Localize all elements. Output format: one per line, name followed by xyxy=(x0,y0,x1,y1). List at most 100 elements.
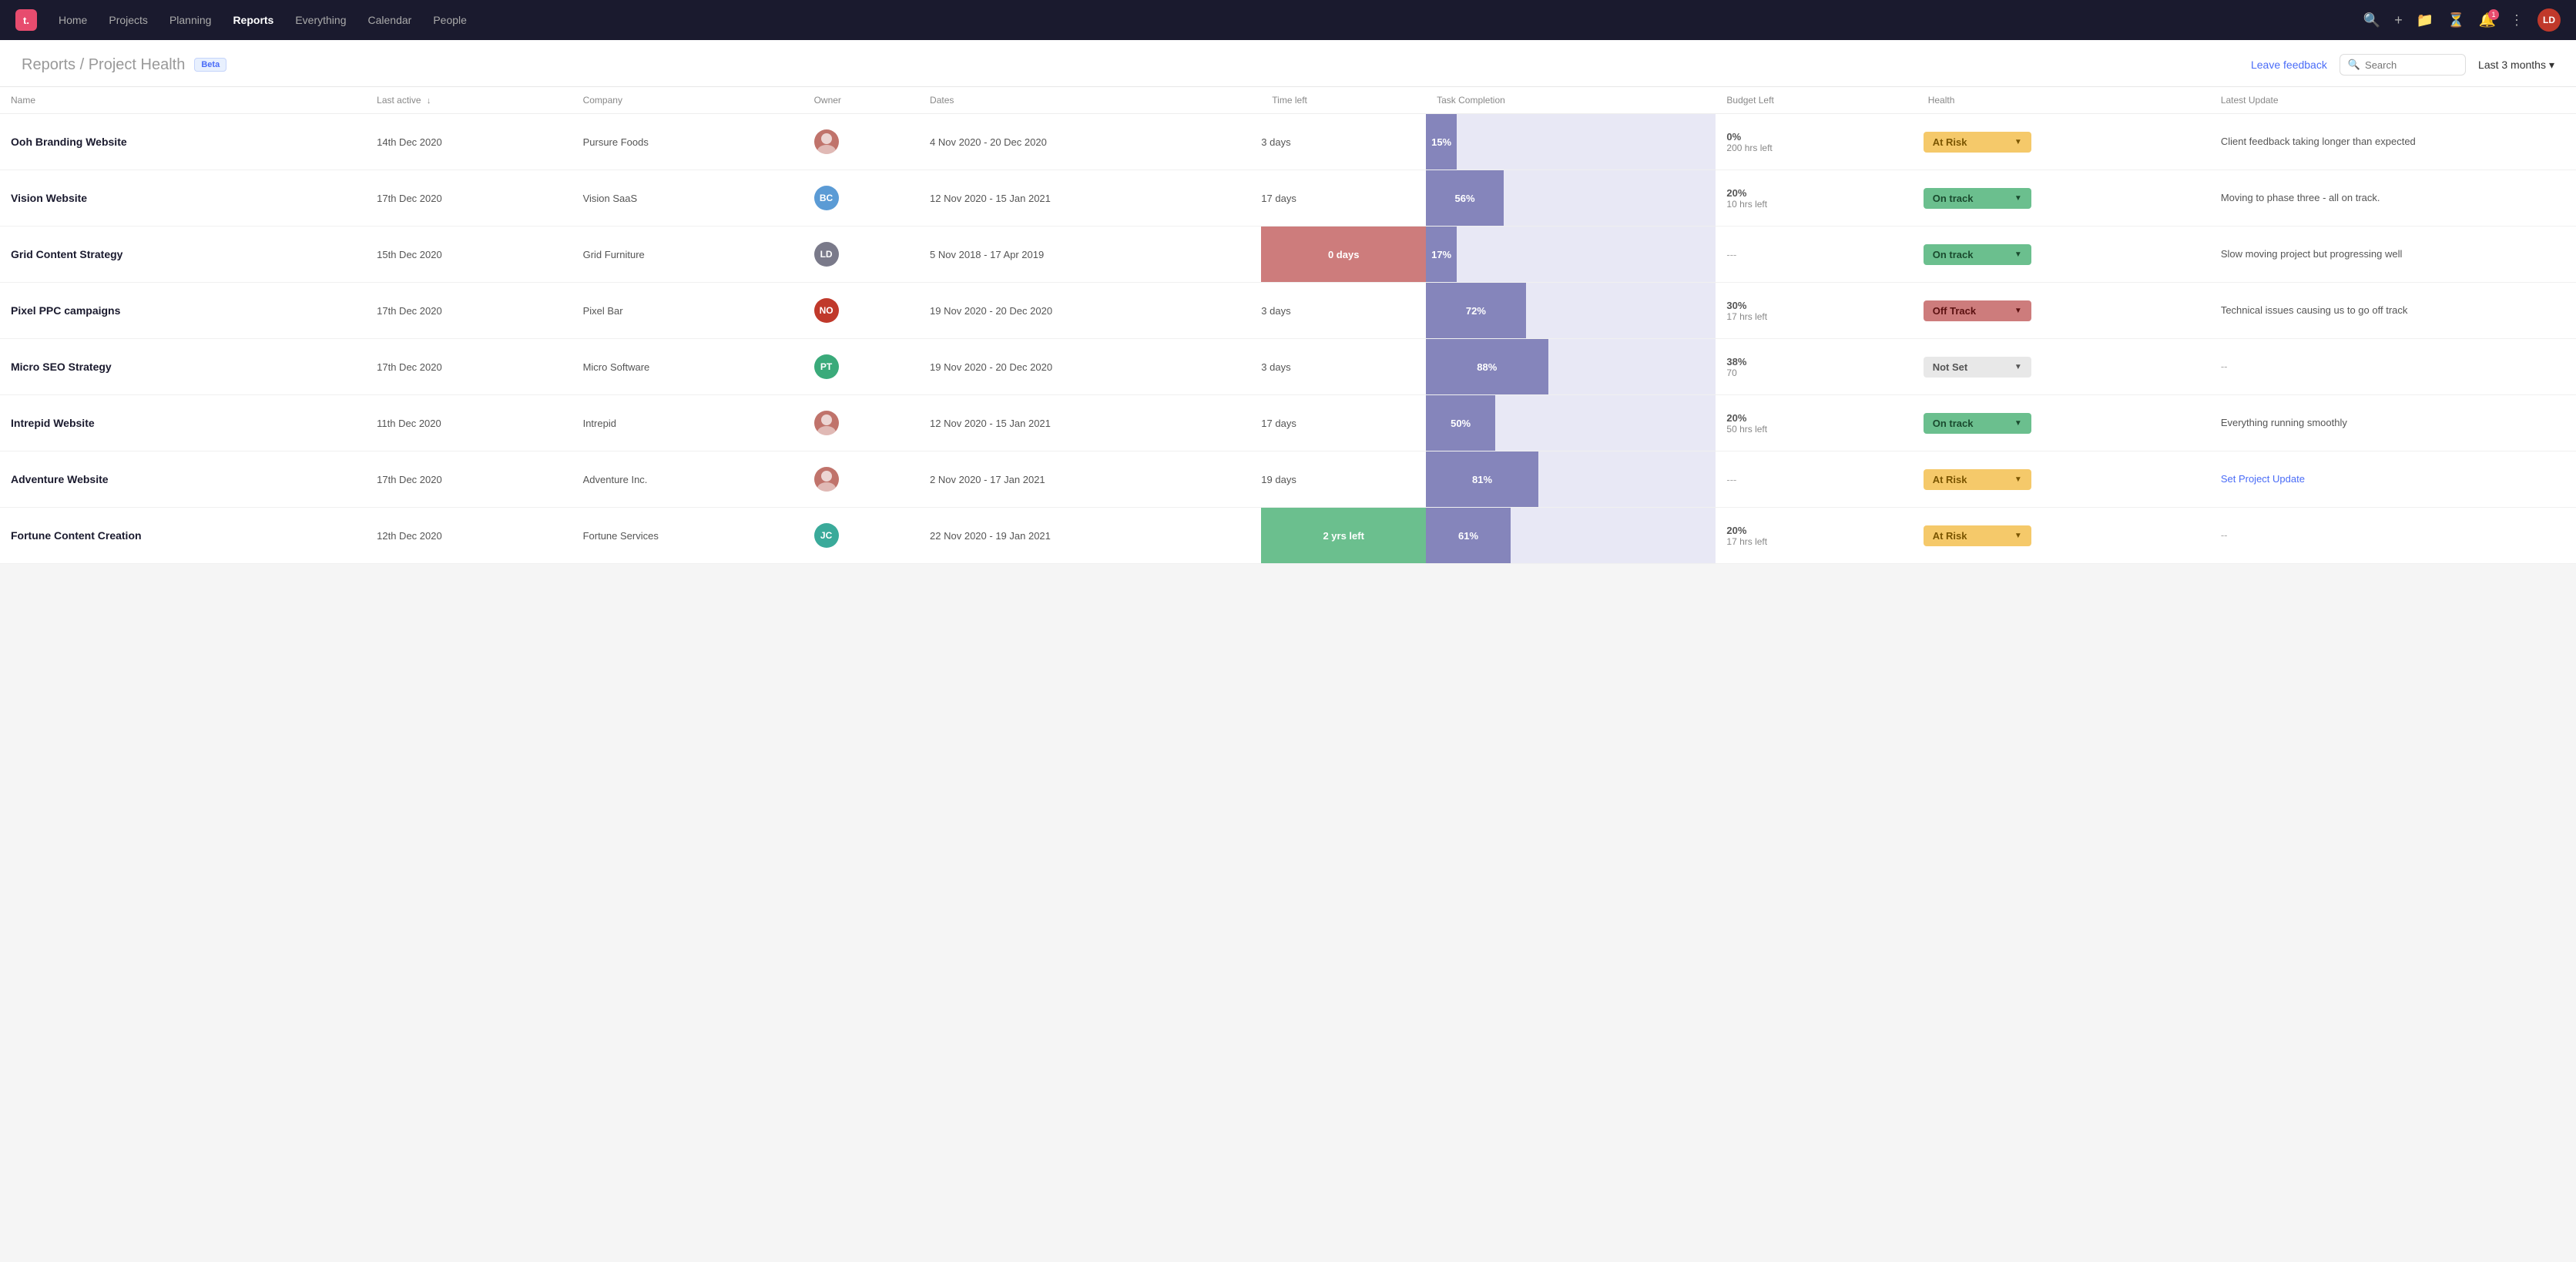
health-label: Off Track xyxy=(1933,305,1976,317)
search-box[interactable]: 🔍 xyxy=(2340,54,2466,76)
budget-pct: 38% xyxy=(1726,356,1906,368)
company-cell: Adventure Inc. xyxy=(572,451,803,508)
breadcrumb: Reports / Project Health xyxy=(22,56,185,74)
project-name[interactable]: Vision Website xyxy=(11,192,87,204)
budget-pct: 20% xyxy=(1726,412,1906,424)
health-dropdown[interactable]: On track ▼ xyxy=(1924,188,2031,209)
dates-cell: 2 Nov 2020 - 17 Jan 2021 xyxy=(919,451,1261,508)
table-row: Fortune Content Creation12th Dec 2020For… xyxy=(0,508,2576,564)
project-name[interactable]: Intrepid Website xyxy=(11,417,95,429)
health-dropdown[interactable]: On track ▼ xyxy=(1924,413,2031,434)
budget-pct: 20% xyxy=(1726,525,1906,536)
dates-cell: 4 Nov 2020 - 20 Dec 2020 xyxy=(919,114,1261,170)
beta-badge: Beta xyxy=(194,58,226,72)
clock-icon[interactable]: ⏳ xyxy=(2447,12,2464,29)
health-label: At Risk xyxy=(1933,474,1967,485)
budget-hrs: 10 hrs left xyxy=(1726,199,1906,210)
task-bar-empty xyxy=(1538,451,1716,507)
table-header: Name Last active ↓ Company Owner Dates T… xyxy=(0,87,2576,114)
project-name[interactable]: Micro SEO Strategy xyxy=(11,361,112,373)
health-cell: On track ▼ xyxy=(1917,170,2210,227)
project-name[interactable]: Adventure Website xyxy=(11,473,109,485)
table-row: Ooh Branding Website14th Dec 2020Pursure… xyxy=(0,114,2576,170)
task-completion-cell: 17% xyxy=(1426,227,1716,283)
budget-left-cell: --- xyxy=(1716,227,1917,283)
budget-dash: --- xyxy=(1726,249,1736,260)
grid-icon[interactable]: ⋮ xyxy=(2510,12,2524,29)
update-text: Slow moving project but progressing well xyxy=(2221,248,2403,260)
budget-left-cell: 20%50 hrs left xyxy=(1716,395,1917,451)
app-logo[interactable]: t. xyxy=(15,9,37,31)
nav-projects[interactable]: Projects xyxy=(109,11,148,29)
project-name[interactable]: Fortune Content Creation xyxy=(11,529,142,542)
dates-cell: 12 Nov 2020 - 15 Jan 2021 xyxy=(919,395,1261,451)
search-input[interactable] xyxy=(2365,59,2457,71)
health-dropdown[interactable]: Off Track ▼ xyxy=(1924,300,2031,321)
task-completion-cell: 15% xyxy=(1426,114,1716,170)
chevron-down-icon: ▼ xyxy=(2014,419,2022,428)
task-bar-empty xyxy=(1548,339,1716,394)
owner-cell: PT xyxy=(803,339,919,395)
table-row: Intrepid Website11th Dec 2020Intrepid 12… xyxy=(0,395,2576,451)
project-name-cell: Fortune Content Creation xyxy=(0,508,366,564)
nav-people[interactable]: People xyxy=(433,11,467,29)
health-dropdown[interactable]: At Risk ▼ xyxy=(1924,525,2031,546)
health-dropdown[interactable]: Not Set ▼ xyxy=(1924,357,2031,378)
health-label: On track xyxy=(1933,249,1974,260)
latest-update-cell: Everything running smoothly xyxy=(2210,395,2576,451)
update-text: Technical issues causing us to go off tr… xyxy=(2221,304,2408,316)
health-label: On track xyxy=(1933,193,1974,204)
folder-icon[interactable]: 📁 xyxy=(2417,12,2433,29)
update-text: Everything running smoothly xyxy=(2221,417,2347,428)
table-row: Grid Content Strategy15th Dec 2020Grid F… xyxy=(0,227,2576,283)
sort-icon: ↓ xyxy=(427,96,431,106)
task-bar-fill: 17% xyxy=(1426,227,1457,282)
user-avatar[interactable]: LD xyxy=(2537,8,2561,32)
nav-home[interactable]: Home xyxy=(59,11,87,29)
dates-cell: 22 Nov 2020 - 19 Jan 2021 xyxy=(919,508,1261,564)
avatar xyxy=(814,467,839,492)
chevron-down-icon: ▼ xyxy=(2014,363,2022,371)
table-wrap: Name Last active ↓ Company Owner Dates T… xyxy=(0,87,2576,564)
latest-update-cell: Slow moving project but progressing well xyxy=(2210,227,2576,283)
health-dropdown[interactable]: On track ▼ xyxy=(1924,244,2031,265)
health-cell: On track ▼ xyxy=(1917,395,2210,451)
nav-everything[interactable]: Everything xyxy=(295,11,346,29)
dates-cell: 19 Nov 2020 - 20 Dec 2020 xyxy=(919,283,1261,339)
budget-hrs: 50 hrs left xyxy=(1726,424,1906,435)
latest-update-cell: Moving to phase three - all on track. xyxy=(2210,170,2576,227)
budget-left-cell: 38%70 xyxy=(1716,339,1917,395)
time-filter[interactable]: Last 3 months ▾ xyxy=(2478,59,2554,72)
task-bar-fill: 72% xyxy=(1426,283,1526,338)
project-name[interactable]: Ooh Branding Website xyxy=(11,136,127,148)
search-icon[interactable]: 🔍 xyxy=(2363,12,2380,29)
time-left-cell: 17 days xyxy=(1261,395,1426,451)
col-latest-update: Latest Update xyxy=(2210,87,2576,114)
health-dropdown[interactable]: At Risk ▼ xyxy=(1924,469,2031,490)
table-row: Adventure Website17th Dec 2020Adventure … xyxy=(0,451,2576,508)
project-name-cell: Pixel PPC campaigns xyxy=(0,283,366,339)
last-active-cell: 11th Dec 2020 xyxy=(366,395,572,451)
health-dropdown[interactable]: At Risk ▼ xyxy=(1924,132,2031,153)
notification-icon[interactable]: 🔔 1 xyxy=(2479,12,2496,29)
project-name-cell: Vision Website xyxy=(0,170,366,227)
project-name[interactable]: Grid Content Strategy xyxy=(11,248,122,260)
avatar: NO xyxy=(814,298,839,323)
update-dash: -- xyxy=(2221,529,2228,541)
budget-pct: 20% xyxy=(1726,187,1906,199)
nav-calendar[interactable]: Calendar xyxy=(368,11,412,29)
add-icon[interactable]: + xyxy=(2394,12,2403,29)
task-bar-empty xyxy=(1511,508,1716,563)
col-last-active[interactable]: Last active ↓ xyxy=(366,87,572,114)
leave-feedback-link[interactable]: Leave feedback xyxy=(2251,59,2327,71)
time-left-cell: 0 days xyxy=(1261,227,1426,283)
nav-planning[interactable]: Planning xyxy=(169,11,212,29)
nav-reports[interactable]: Reports xyxy=(233,11,273,29)
col-name: Name xyxy=(0,87,366,114)
company-cell: Vision SaaS xyxy=(572,170,803,227)
set-project-update-link[interactable]: Set Project Update xyxy=(2221,473,2305,485)
task-bar-wrap: 61% xyxy=(1426,508,1716,563)
project-name[interactable]: Pixel PPC campaigns xyxy=(11,304,120,317)
dates-cell: 5 Nov 2018 - 17 Apr 2019 xyxy=(919,227,1261,283)
avatar: PT xyxy=(814,354,839,379)
